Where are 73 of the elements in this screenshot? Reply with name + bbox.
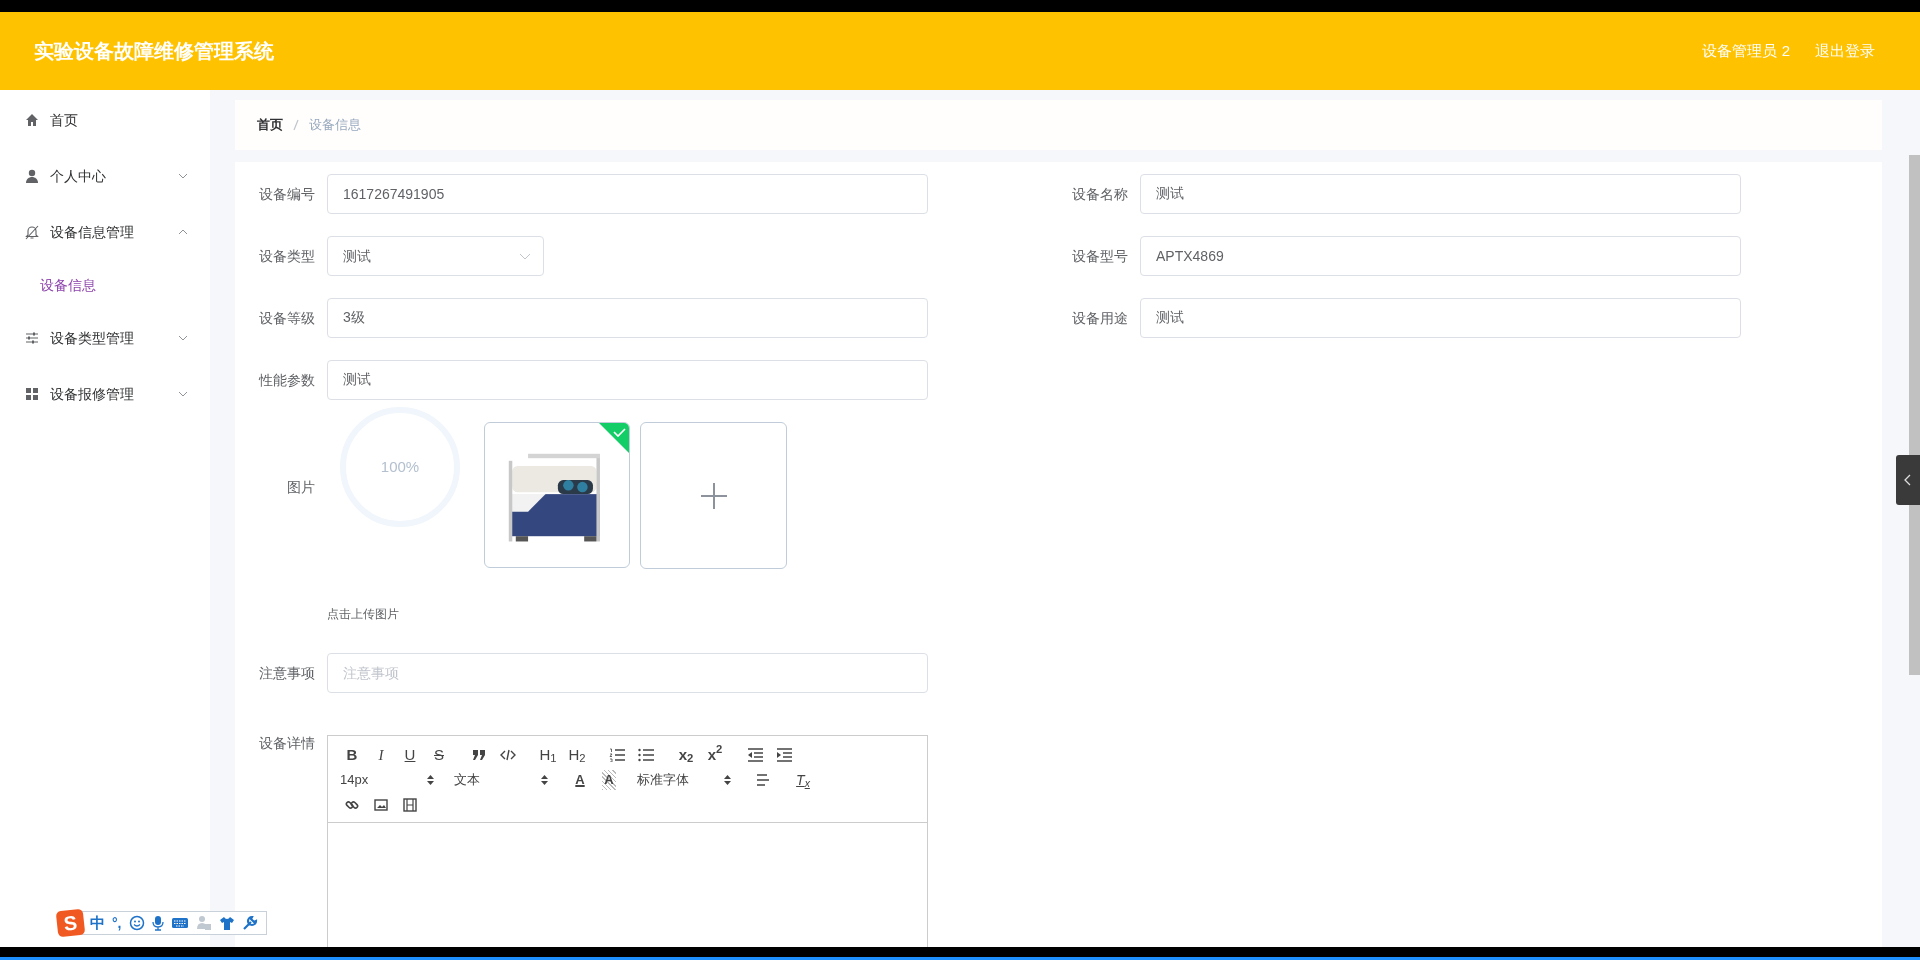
text-field[interactable]: APTX4869 <box>1140 236 1741 276</box>
indent-icon <box>776 748 792 762</box>
field-label: 注意事项 <box>258 663 316 683</box>
plus-icon <box>700 482 727 509</box>
field-label: 性能参数 <box>257 370 316 390</box>
up-down-icon <box>724 774 731 786</box>
italic-button[interactable]: I <box>369 744 393 766</box>
script-button[interactable]: x$^{2}$ <box>703 744 727 766</box>
up-down-icon <box>541 774 548 786</box>
home-icon <box>24 112 40 128</box>
keyboard-icon[interactable] <box>170 916 189 930</box>
select-field[interactable]: 测试 <box>327 236 544 276</box>
drawer-toggle-button[interactable] <box>1896 455 1920 505</box>
app-title: 实验设备故障维修管理系统 <box>34 39 274 64</box>
heading-button[interactable]: H$_{2}$ <box>565 744 589 766</box>
scrollbar-thumb[interactable] <box>1909 155 1920 675</box>
text-field[interactable]: 1617267491905 <box>327 174 928 214</box>
sidebar-item[interactable]: 设备报修管理 <box>0 366 210 422</box>
ime-punctuation-toggle[interactable]: °, <box>112 912 122 934</box>
field-label: 设备型号 <box>1071 246 1129 266</box>
bell-off-icon <box>24 224 40 240</box>
text-color-button[interactable]: A <box>568 769 592 791</box>
sidebar-subitem[interactable]: 设备信息 <box>0 260 210 310</box>
dropdown-picker[interactable]: 标准字体 <box>637 769 735 791</box>
smiley-icon[interactable] <box>128 915 145 931</box>
grid-icon <box>24 386 40 402</box>
text-field[interactable]: 测试 <box>327 360 928 400</box>
wrench-icon[interactable] <box>241 915 258 931</box>
field-label: 设备用途 <box>1071 308 1129 328</box>
uploaded-image-card[interactable] <box>484 422 630 568</box>
field-label: 设备类型 <box>258 246 316 266</box>
sidebar-item[interactable]: 个人中心 <box>0 148 210 204</box>
chevron-down-icon <box>519 252 531 260</box>
field-label: 图片 <box>286 478 316 497</box>
up-down-icon <box>427 774 434 786</box>
script-button[interactable]: x$_{2}$ <box>674 744 698 766</box>
heading-button[interactable]: H$_{1}$ <box>536 744 560 766</box>
text-field[interactable]: 测试 <box>1140 174 1741 214</box>
image-icon <box>374 799 388 811</box>
outdent-icon <box>747 748 763 762</box>
text-field[interactable]: 注意事项 <box>327 653 928 693</box>
field-label: 设备编号 <box>258 184 316 204</box>
dropdown-picker[interactable]: 文本 <box>454 769 552 791</box>
slash-separator-icon <box>293 119 299 131</box>
user-name: 设备管理员 2 <box>1702 40 1790 61</box>
sliders-icon <box>24 330 40 346</box>
film-icon <box>403 798 417 812</box>
bold-button[interactable]: B <box>340 744 364 766</box>
sidebar-item[interactable]: 设备类型管理 <box>0 310 210 366</box>
numbered-list-icon <box>609 748 625 762</box>
clear-format-button[interactable]: T$_{x}$ <box>791 769 815 791</box>
text-field[interactable]: 测试 <box>1140 298 1741 338</box>
dropdown-picker[interactable]: 14px <box>340 769 438 791</box>
underline-button[interactable]: U <box>398 744 422 766</box>
field-label: 设备名称 <box>1071 184 1129 204</box>
strikethrough-button[interactable]: S <box>427 744 451 766</box>
code-icon <box>500 749 516 761</box>
breadcrumb-link[interactable]: 首页 <box>257 115 283 135</box>
link-icon <box>345 798 359 812</box>
text-field[interactable]: 3级 <box>327 298 928 338</box>
microphone-icon[interactable] <box>151 915 164 931</box>
field-label: 设备详情 <box>258 734 316 753</box>
upload-hint: 点击上传图片 <box>327 606 400 623</box>
ime-mode-toggle[interactable]: 中 <box>90 911 105 935</box>
field-label: 设备等级 <box>258 308 316 328</box>
align-left-icon <box>756 774 770 786</box>
bullet-list-icon <box>638 748 654 762</box>
quote-icon <box>472 749 486 761</box>
person-icon <box>24 168 40 184</box>
shirt-icon[interactable] <box>218 915 235 931</box>
chevron-left-icon <box>1904 474 1912 486</box>
sidebar-item[interactable]: 首页 <box>0 92 210 148</box>
sidebar-item[interactable]: 设备信息管理 <box>0 204 210 260</box>
